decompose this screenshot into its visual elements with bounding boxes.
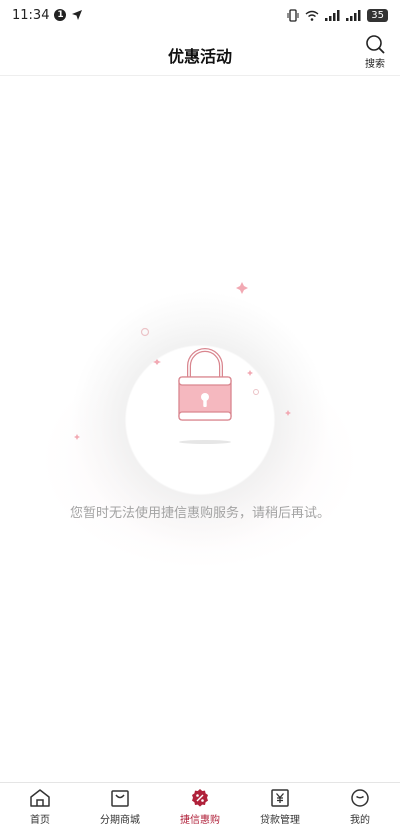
status-left: 11:34 1	[12, 8, 83, 23]
shopping-bag-icon	[111, 789, 129, 807]
battery-indicator: 35	[367, 8, 388, 22]
search-button[interactable]: 搜索	[360, 34, 390, 74]
signal-icon-2	[346, 9, 361, 21]
tab-loan-management-label: 贷款管理	[260, 814, 300, 826]
discount-badge-icon	[192, 788, 208, 807]
tab-installment-mall[interactable]: 分期商城	[80, 783, 160, 830]
tab-home[interactable]: 首页	[0, 783, 80, 830]
page-title: 优惠活动	[167, 47, 232, 66]
header: 优惠活动 搜索	[0, 30, 400, 76]
status-right: 35	[287, 8, 388, 22]
tab-profile-label: 我的	[350, 814, 370, 826]
tab-jiexin-huigou-label: 捷信惠购	[180, 814, 220, 826]
vibrate-icon	[287, 8, 299, 22]
signal-icon	[325, 9, 340, 21]
navigation-arrow-icon	[72, 10, 83, 20]
empty-state: 您暂时无法使用捷信惠购服务，请稍后再试。	[30, 270, 370, 570]
yuan-icon	[271, 788, 289, 807]
bottom-tab-bar: 首页 分期商城 捷信惠购 贷款管理 我的	[0, 782, 400, 830]
profile-icon	[351, 788, 369, 807]
wifi-icon	[305, 10, 319, 21]
empty-message: 您暂时无法使用捷信惠购服务，请稍后再试。	[69, 506, 330, 521]
tab-jiexin-huigou[interactable]: 捷信惠购	[160, 783, 240, 830]
tab-home-label: 首页	[30, 814, 50, 826]
status-bar: 11:34 1 35	[0, 0, 400, 30]
search-icon	[366, 35, 385, 54]
notification-icon: 1	[54, 9, 67, 21]
lock-icon	[178, 348, 232, 444]
tab-profile[interactable]: 我的	[320, 783, 400, 830]
tab-loan-management[interactable]: 贷款管理	[240, 783, 320, 830]
status-time: 11:34	[12, 7, 50, 23]
search-label: 搜索	[365, 59, 385, 70]
home-icon	[30, 788, 50, 807]
tab-installment-mall-label: 分期商城	[100, 814, 140, 826]
